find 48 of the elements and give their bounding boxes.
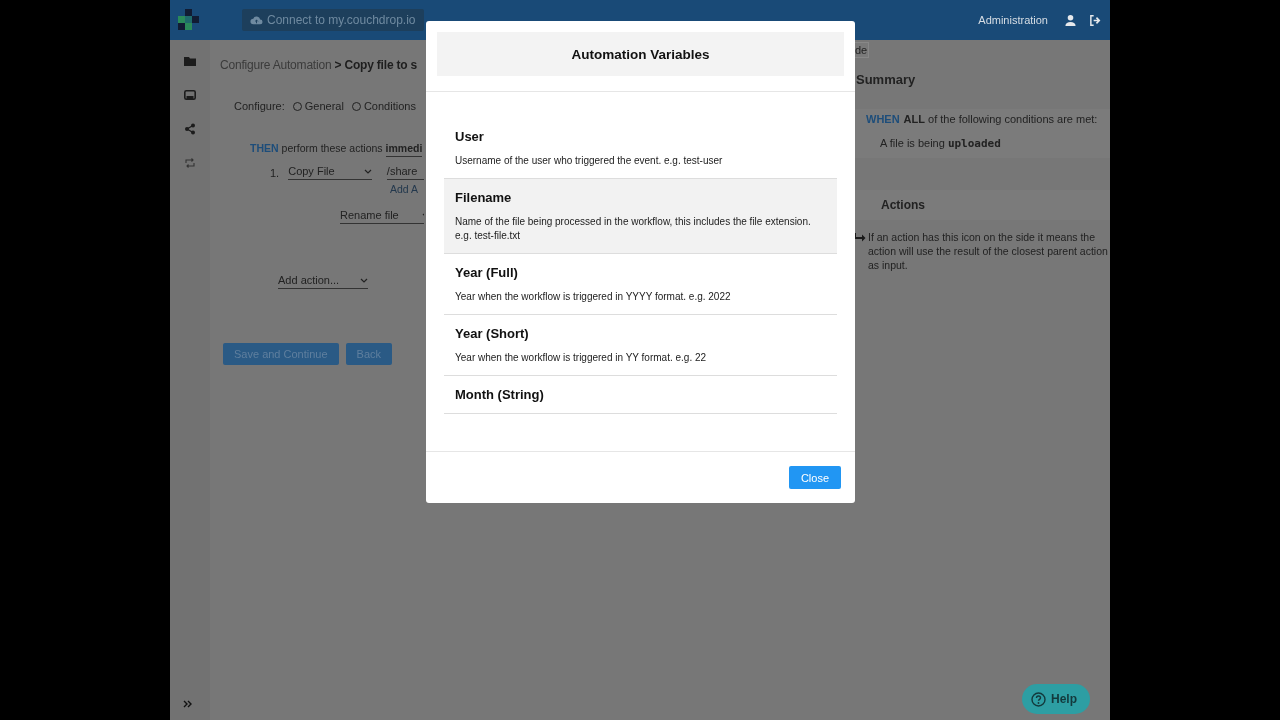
- variable-description: Year when the workflow is triggered in YYYY format. e.g. 2022: [455, 290, 732, 304]
- logo-icon: [178, 9, 200, 31]
- variable-description: Username of the user who triggered the event. e.g. test-user: [455, 154, 724, 168]
- help-button[interactable]: Help: [1022, 684, 1090, 714]
- radio-option[interactable]: Conditions: [351, 100, 416, 112]
- radio-option[interactable]: General: [292, 100, 344, 112]
- variable-name: Year (Short): [455, 326, 529, 341]
- path-field[interactable]: /share: [386, 165, 424, 180]
- share-icon[interactable]: [184, 123, 196, 135]
- then-keyword: THEN: [250, 142, 279, 154]
- variable-name: Month (String): [455, 387, 544, 402]
- administration-link[interactable]: Administration: [978, 14, 1048, 26]
- configure-label: Configure:: [234, 100, 285, 112]
- connect-button[interactable]: Connect to my.couchdrop.io: [242, 9, 424, 31]
- when-keyword: WHEN: [866, 113, 900, 125]
- actions-title: Actions: [853, 190, 1110, 220]
- variable-description: Name of the file being processed in the workflow, this includes the file extension. e.g. test-file.txt: [455, 215, 812, 243]
- user-icon[interactable]: [1064, 13, 1077, 27]
- caret-icon: [363, 168, 372, 174]
- add-action-select[interactable]: Add action...: [278, 274, 368, 289]
- child-arrow-icon: [855, 233, 866, 242]
- close-button[interactable]: Close: [788, 466, 841, 489]
- variable-item[interactable]: Filename Name of the file being processed in the workflow, this includes the file extension. e.g. test-file.txt: [444, 179, 837, 254]
- timing-field[interactable]: immedi: [385, 142, 423, 157]
- action-number: 1.: [270, 166, 280, 179]
- variable-name: User: [455, 129, 484, 144]
- variable-description: Year when the workflow is triggered in YY format. e.g. 22: [455, 351, 708, 365]
- actions-note: If an action has this icon on the side it means the action will use the result of the closest parent action as input.: [868, 230, 1109, 272]
- expand-icon[interactable]: [182, 698, 194, 710]
- variable-item[interactable]: Year (Short) Year when the workflow is triggered in YY format. e.g. 22: [444, 315, 837, 376]
- variable-name: Year (Full): [455, 265, 518, 280]
- breadcrumb: Configure Automation > Copy file to s: [220, 58, 419, 72]
- logout-icon[interactable]: [1089, 13, 1102, 27]
- folder-icon[interactable]: [184, 55, 196, 67]
- condition-intro: ALL of the following conditions are met:: [903, 113, 1098, 125]
- then-text: perform these actions: [281, 142, 383, 154]
- modal-title: Automation Variables: [437, 32, 844, 76]
- add-link[interactable]: Add A: [390, 183, 419, 195]
- action-type-select[interactable]: Copy File: [288, 165, 372, 180]
- caret-icon: [360, 277, 368, 283]
- variable-item[interactable]: Year (Full) Year when the workflow is triggered in YYYY format. e.g. 2022: [444, 254, 837, 315]
- repeat-icon[interactable]: [184, 157, 196, 169]
- inbox-icon[interactable]: [184, 89, 196, 101]
- summary-title: Summary: [856, 72, 917, 87]
- variable-item[interactable]: Month (String): [444, 376, 837, 414]
- variable-name: Filename: [455, 190, 512, 205]
- question-icon: [1031, 691, 1046, 707]
- condition-text: A file is being uploaded: [880, 137, 1002, 150]
